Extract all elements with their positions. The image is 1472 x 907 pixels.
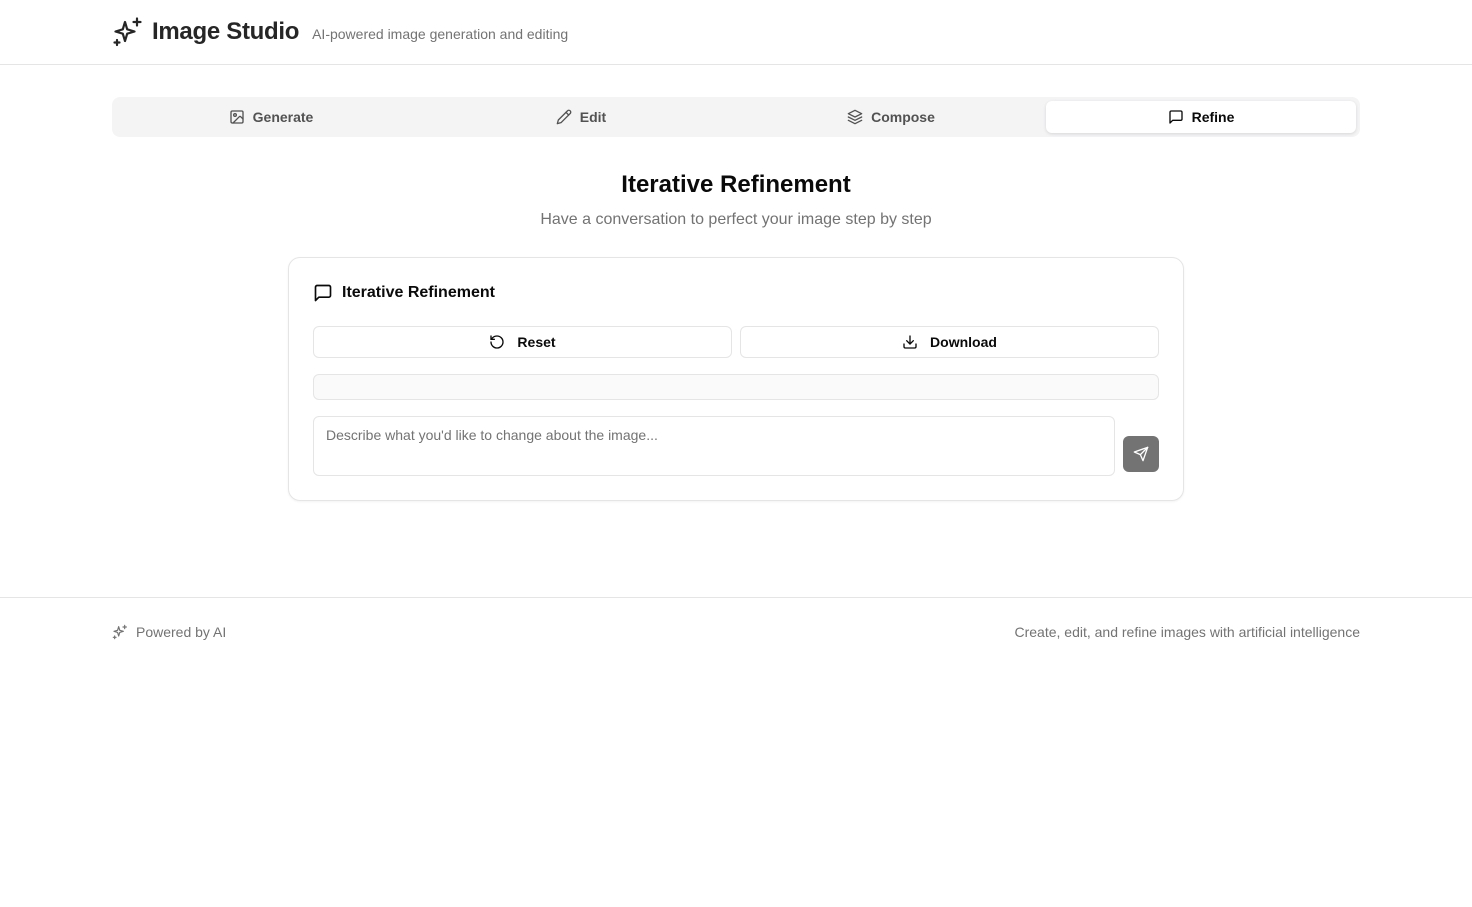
mode-tabs: Generate Edit Compose Refine xyxy=(112,97,1360,137)
page-title: Iterative Refinement xyxy=(621,171,851,198)
refinement-card: Iterative Refinement Reset Download xyxy=(288,257,1184,501)
download-icon xyxy=(903,335,917,349)
brand: Image Studio AI-powered image generation… xyxy=(112,15,568,49)
footer-description: Create, edit, and refine images with art… xyxy=(1014,624,1360,640)
tab-refine[interactable]: Refine xyxy=(1046,101,1356,133)
reset-label: Reset xyxy=(517,334,556,350)
message-square-icon xyxy=(314,284,332,302)
app-title: Image Studio xyxy=(152,18,300,45)
tab-compose[interactable]: Compose xyxy=(736,101,1046,133)
conversation-history xyxy=(313,374,1159,400)
footer-left-text: Powered by AI xyxy=(136,624,227,640)
tab-edit[interactable]: Edit xyxy=(426,101,736,133)
app-header: Image Studio AI-powered image generation… xyxy=(0,0,1472,65)
pencil-icon xyxy=(556,109,572,125)
reset-button[interactable]: Reset xyxy=(313,326,732,358)
rotate-ccw-icon xyxy=(490,335,505,349)
app-footer: Powered by AI Create, edit, and refine i… xyxy=(0,597,1472,667)
download-label: Download xyxy=(930,334,997,350)
app-tagline: AI-powered image generation and editing xyxy=(312,25,569,42)
layers-icon xyxy=(847,109,863,125)
refine-prompt-input[interactable] xyxy=(313,416,1115,476)
sparkles-icon xyxy=(113,17,142,47)
card-header: Iterative Refinement xyxy=(313,282,495,304)
page-subtitle: Have a conversation to perfect your imag… xyxy=(540,211,932,228)
sparkles-icon xyxy=(112,624,127,640)
send-button[interactable] xyxy=(1123,436,1159,472)
tab-label: Refine xyxy=(1191,109,1235,125)
tab-label: Generate xyxy=(252,109,314,125)
download-button[interactable]: Download xyxy=(740,326,1159,358)
footer-powered-by: Powered by AI xyxy=(112,624,226,640)
image-icon xyxy=(229,110,244,124)
tab-generate[interactable]: Generate xyxy=(116,101,426,133)
tab-label: Compose xyxy=(871,109,935,125)
message-square-icon xyxy=(1168,110,1183,124)
tab-label: Edit xyxy=(579,109,607,125)
card-title: Iterative Refinement xyxy=(342,284,495,301)
send-icon xyxy=(1133,446,1149,462)
